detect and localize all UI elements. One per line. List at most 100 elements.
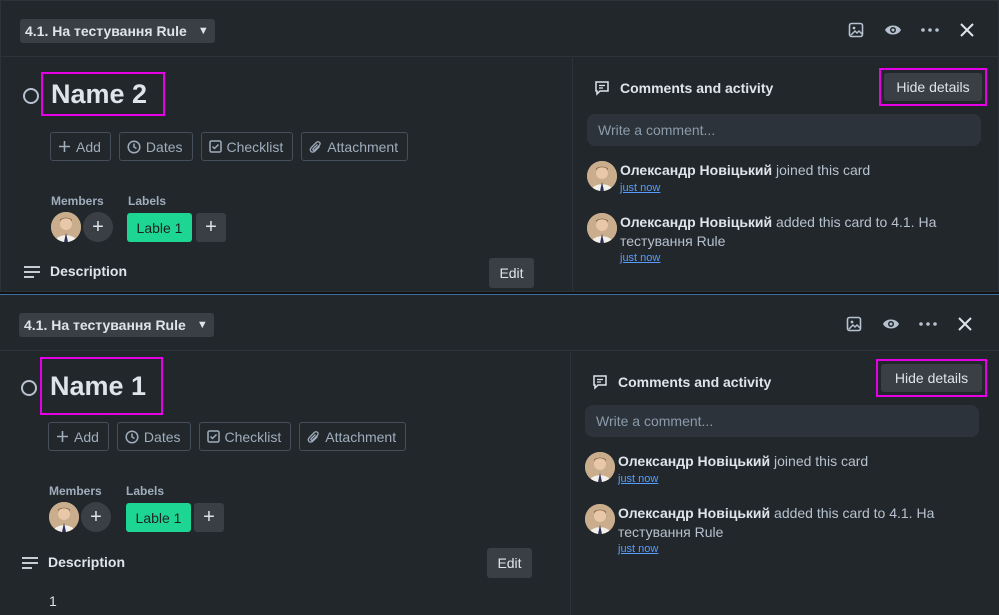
- more-options-icon[interactable]: [918, 18, 942, 42]
- members-label: Members: [51, 194, 104, 208]
- close-icon[interactable]: [955, 18, 979, 42]
- add-member-button[interactable]: +: [81, 502, 111, 532]
- card-detail-name-1: 4.1. На тестування Rule ▼ Name 1 Add Dat…: [0, 294, 999, 615]
- labels-label: Labels: [128, 194, 167, 208]
- more-options-icon[interactable]: [916, 312, 940, 336]
- activity-user[interactable]: Олександр Новіцький: [618, 453, 770, 469]
- paperclip-icon: [309, 140, 322, 154]
- card-title[interactable]: Name 2: [51, 79, 147, 110]
- add-button[interactable]: Add: [48, 422, 109, 451]
- description-label: Description: [48, 554, 126, 570]
- labels-label: Labels: [126, 484, 165, 498]
- activity-user[interactable]: Олександр Новіцький: [620, 162, 772, 178]
- card-header: 4.1. На тестування Rule ▼: [0, 295, 999, 351]
- list-name: 4.1. На тестування Rule: [25, 23, 187, 39]
- clock-icon: [127, 139, 141, 154]
- hide-details-button[interactable]: Hide details: [881, 364, 982, 392]
- members-label: Members: [49, 484, 102, 498]
- activity-time-link[interactable]: just now: [618, 473, 658, 485]
- description-text[interactable]: 1: [49, 593, 57, 609]
- description-label: Description: [50, 263, 128, 279]
- checklist-icon: [208, 140, 222, 153]
- add-label-button[interactable]: +: [194, 503, 224, 532]
- activity-time-link[interactable]: just now: [618, 543, 658, 555]
- comment-input[interactable]: Write a comment...: [587, 114, 981, 146]
- activity-avatar: [585, 452, 615, 482]
- activity-action: joined this card: [772, 162, 871, 178]
- activity-text: Олександр Новіцький joined this card: [620, 161, 960, 180]
- hide-details-button[interactable]: Hide details: [884, 73, 982, 101]
- add-member-button[interactable]: +: [83, 212, 113, 242]
- checklist-icon: [206, 430, 220, 443]
- activity-text: Олександр Новіцький added this card to 4…: [618, 504, 958, 542]
- activity-avatar: [585, 504, 615, 534]
- dates-button[interactable]: Dates: [118, 132, 193, 161]
- activity-user[interactable]: Олександр Новіцький: [620, 214, 772, 230]
- add-label-button[interactable]: +: [196, 213, 226, 242]
- edit-description-button[interactable]: Edit: [489, 258, 534, 288]
- comment-input[interactable]: Write a comment...: [585, 405, 979, 437]
- list-selector-button[interactable]: 4.1. На тестування Rule ▼: [20, 19, 215, 43]
- card-detail-name-2: 4.1. На тестування Rule ▼ Name 2 Add Dat…: [0, 0, 999, 292]
- add-button[interactable]: Add: [50, 132, 111, 161]
- attachment-label: Attachment: [325, 428, 397, 445]
- activity-time-link[interactable]: just now: [620, 252, 660, 264]
- chevron-down-icon: ▼: [197, 25, 209, 37]
- clock-icon: [125, 429, 139, 444]
- close-icon[interactable]: [953, 312, 977, 336]
- plus-icon: [56, 430, 69, 443]
- chevron-down-icon: ▼: [196, 319, 208, 331]
- member-avatar[interactable]: [51, 212, 81, 242]
- title-highlight: Name 2: [41, 72, 166, 116]
- list-name: 4.1. На тестування Rule: [24, 317, 186, 333]
- checklist-button[interactable]: Checklist: [198, 422, 292, 451]
- card-main-panel: Name 2 Add Dates Checklist Attachment Me…: [1, 58, 572, 291]
- checklist-label: Checklist: [224, 428, 282, 445]
- checklist-button[interactable]: Checklist: [200, 132, 294, 161]
- list-selector-button[interactable]: 4.1. На тестування Rule ▼: [19, 313, 214, 337]
- member-avatar[interactable]: [49, 502, 79, 532]
- card-actions: Add Dates Checklist Attachment: [50, 132, 409, 161]
- watch-eye-icon[interactable]: [881, 18, 905, 42]
- activity-panel: Comments and activity Hide details Write…: [570, 352, 999, 615]
- activity-avatar: [587, 161, 617, 191]
- description-icon: [21, 556, 39, 575]
- checklist-label: Checklist: [226, 138, 284, 155]
- activity-panel: Comments and activity Hide details Write…: [572, 58, 998, 291]
- hide-details-highlight: Hide details: [876, 359, 987, 397]
- card-main-panel: Name 1 Add Dates Checklist Attachment Me…: [0, 352, 571, 615]
- dates-button[interactable]: Dates: [116, 422, 191, 451]
- attachment-label: Attachment: [327, 138, 399, 155]
- card-actions: Add Dates Checklist Attachment: [48, 422, 407, 451]
- activity-time-link[interactable]: just now: [620, 182, 660, 194]
- dates-label: Dates: [145, 138, 183, 155]
- cover-image-icon[interactable]: [842, 312, 866, 336]
- attachment-button[interactable]: Attachment: [301, 132, 409, 161]
- plus-icon: [58, 140, 71, 153]
- card-header: 4.1. На тестування Rule ▼: [1, 1, 998, 57]
- edit-description-button[interactable]: Edit: [487, 548, 532, 578]
- watch-eye-icon[interactable]: [879, 312, 903, 336]
- hide-details-highlight: Hide details: [879, 68, 987, 106]
- activity-action: joined this card: [770, 453, 869, 469]
- add-label: Add: [74, 428, 99, 445]
- activity-avatar: [587, 213, 617, 243]
- description-icon: [23, 265, 41, 284]
- complete-status-icon[interactable]: [23, 88, 39, 104]
- title-highlight: Name 1: [40, 357, 163, 415]
- attachment-button[interactable]: Attachment: [299, 422, 407, 451]
- dates-label: Dates: [143, 428, 181, 445]
- comment-icon: [594, 80, 610, 101]
- activity-title: Comments and activity: [618, 374, 772, 390]
- card-title[interactable]: Name 1: [50, 371, 146, 402]
- label-chip[interactable]: Lable 1: [127, 213, 192, 242]
- cover-image-icon[interactable]: [844, 18, 868, 42]
- label-chip[interactable]: Lable 1: [126, 503, 191, 532]
- comment-icon: [592, 374, 608, 395]
- paperclip-icon: [307, 430, 320, 444]
- activity-user[interactable]: Олександр Новіцький: [618, 505, 770, 521]
- activity-title: Comments and activity: [620, 80, 774, 96]
- complete-status-icon[interactable]: [21, 380, 37, 396]
- activity-text: Олександр Новіцький added this card to 4…: [620, 213, 960, 251]
- add-label: Add: [76, 138, 101, 155]
